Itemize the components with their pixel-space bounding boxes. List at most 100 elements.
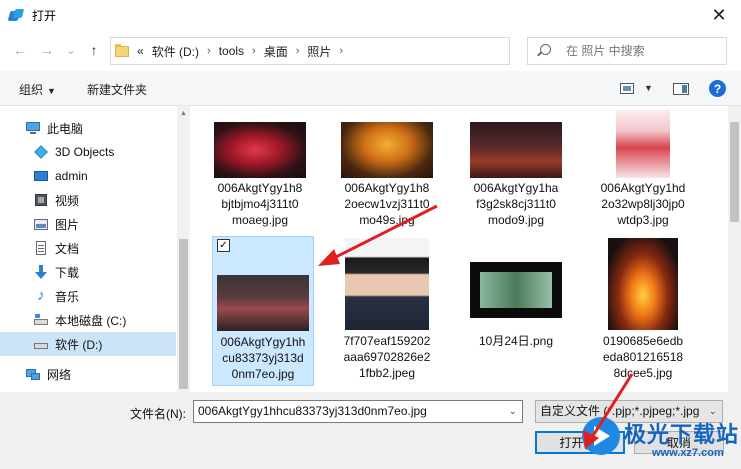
image-thumbnail	[341, 122, 433, 178]
file-item[interactable]: 7f707eaf159202 aaa69702826e2 1fbb2.jpeg	[336, 236, 438, 386]
title-bar: 打开 ✕	[0, 0, 741, 31]
image-thumbnail	[470, 262, 562, 318]
breadcrumb-desktop[interactable]: 桌面	[264, 43, 288, 60]
file-list: 006AkgtYgy1h8 bjtbjmo4j311t0 moaeg.jpg 006…	[190, 106, 728, 392]
image-thumbnail	[616, 110, 670, 178]
sidebar-item-documents[interactable]: 文档	[0, 236, 176, 260]
file-name: 006AkgtYgy1h8 2oecw1vzj311t0 mo49s.jpg	[344, 181, 430, 227]
window-title: 打开	[32, 9, 57, 23]
watermark-url: www.xz7.com	[652, 447, 724, 459]
sidebar-item-label: 下载	[55, 265, 80, 280]
help-icon[interactable]: ?	[709, 80, 726, 97]
breadcrumb-tools[interactable]: tools	[219, 44, 244, 58]
filename-label: 文件名(N):	[130, 407, 186, 421]
chevron-right-icon[interactable]: ›	[339, 45, 343, 57]
computer-icon	[25, 120, 41, 136]
sidebar-item-label: 文档	[55, 241, 80, 256]
image-thumbnail	[470, 122, 562, 178]
sidebar-item-drive-d[interactable]: 软件 (D:)	[0, 332, 176, 356]
sidebar-item-label: 图片	[55, 217, 80, 232]
site-watermark: 极光下载站 www.xz7.com	[582, 413, 740, 467]
filename-field[interactable]: 006AkgtYgy1hhcu83373yj313d0nm7eo.jpg	[193, 400, 523, 423]
navigation-pane: 此电脑 3D Objects admin 视频 图片 文档 下载 ♪ 音乐 本地…	[0, 106, 190, 392]
file-item[interactable]: 0190685e6edb eda801216518 8dcee5.jpg	[592, 236, 694, 386]
file-item-selected[interactable]: ✓ 006AkgtYgy1hh cu83373yj313d 0nm7eo.jpg	[212, 236, 314, 386]
forward-arrow-icon[interactable]: →	[38, 41, 56, 59]
image-thumbnail	[345, 238, 429, 330]
sidebar-item-pictures[interactable]: 图片	[0, 212, 176, 236]
preview-pane-icon[interactable]	[673, 83, 689, 95]
breadcrumb-photos[interactable]: 照片	[307, 43, 331, 60]
caret-down-icon: ▼	[47, 86, 56, 96]
chevron-down-icon[interactable]: ⌄	[509, 406, 517, 417]
network-icon	[25, 366, 41, 382]
back-arrow-icon[interactable]: ←	[11, 41, 29, 59]
breadcrumb-overflow[interactable]: «	[137, 44, 144, 58]
sidebar-item-3d-objects[interactable]: 3D Objects	[0, 140, 176, 164]
sidebar-item-drive-c[interactable]: 本地磁盘 (C:)	[0, 308, 176, 332]
recent-locations-icon[interactable]: ⌄	[62, 41, 80, 59]
file-name: 7f707eaf159202 aaa69702826e2 1fbb2.jpeg	[343, 334, 431, 380]
file-name: 0190685e6edb eda801216518 8dcee5.jpg	[602, 334, 684, 380]
search-box[interactable]	[527, 37, 727, 65]
scroll-up-icon[interactable]: ▲	[180, 110, 187, 117]
music-icon: ♪	[37, 287, 45, 304]
file-item[interactable]: 10月24日.png	[465, 236, 567, 386]
scrollbar-thumb[interactable]	[730, 122, 739, 222]
sidebar-item-label: 软件 (D:)	[55, 337, 103, 352]
organize-label: 组织	[19, 83, 44, 97]
address-bar[interactable]: « 软件 (D:) › tools › 桌面 › 照片 › ⌄ ↻	[110, 37, 614, 65]
organize-button[interactable]: 组织 ▼	[19, 81, 56, 98]
selection-checkbox[interactable]: ✓	[217, 239, 230, 252]
sidebar-item-label: admin	[55, 169, 88, 183]
sidebar-item-music[interactable]: ♪ 音乐	[0, 284, 176, 308]
3d-objects-icon	[33, 144, 49, 160]
command-toolbar: 组织 ▼ 新建文件夹 ▼ ?	[0, 71, 741, 106]
file-name: 006AkgtYgy1ha f3g2sk8cj311t0 modo9.jpg	[473, 181, 559, 227]
pictures-icon	[33, 216, 49, 232]
search-icon	[540, 44, 551, 55]
folder-icon	[115, 44, 129, 58]
sidebar-item-downloads[interactable]: 下载	[0, 260, 176, 284]
sidebar-item-label: 视频	[55, 193, 80, 208]
file-name: 006AkgtYgy1h8 bjtbjmo4j311t0 moaeg.jpg	[217, 181, 303, 227]
file-list-scrollbar[interactable]	[728, 106, 741, 392]
chevron-right-icon[interactable]: ›	[207, 45, 211, 57]
sidebar-item-label: 3D Objects	[55, 145, 115, 159]
scrollbar-thumb[interactable]	[179, 239, 188, 389]
breadcrumb-drive-d[interactable]: 软件 (D:)	[152, 43, 199, 60]
desktop-icon	[33, 168, 49, 184]
search-input[interactable]	[566, 38, 721, 64]
download-icon	[33, 264, 49, 280]
new-folder-button[interactable]: 新建文件夹	[87, 81, 147, 98]
caret-down-icon[interactable]: ▼	[644, 83, 653, 93]
drive-c-icon	[33, 312, 49, 328]
up-arrow-icon[interactable]: ↑	[85, 41, 103, 59]
sidebar-item-admin[interactable]: admin	[0, 164, 176, 188]
documents-icon	[33, 240, 49, 256]
view-mode-icon[interactable]	[620, 83, 634, 94]
sidebar-item-this-pc[interactable]: 此电脑	[0, 116, 176, 140]
sidebar-item-label: 音乐	[55, 289, 80, 304]
sidebar-item-label: 网络	[47, 367, 72, 382]
image-thumbnail	[217, 275, 309, 331]
breadcrumb: « 软件 (D:) › tools › 桌面 › 照片 ›	[137, 38, 351, 64]
image-thumbnail	[214, 122, 306, 178]
file-name: 10月24日.png	[478, 334, 554, 348]
sidebar-item-network[interactable]: 网络	[0, 362, 176, 386]
drive-d-icon	[33, 336, 49, 352]
watermark-logo-icon	[582, 417, 620, 455]
app-icon	[7, 8, 25, 24]
video-icon	[33, 192, 49, 208]
sidebar-scrollbar[interactable]: ▲	[177, 106, 190, 392]
image-thumbnail	[608, 238, 678, 330]
sidebar-item-videos[interactable]: 视频	[0, 188, 176, 212]
chevron-right-icon[interactable]: ›	[252, 45, 256, 57]
navigation-bar: ← → ⌄ ↑ « 软件 (D:) › tools › 桌面 › 照片 › ⌄ …	[0, 31, 741, 71]
sidebar-item-label: 此电脑	[47, 121, 84, 136]
watermark-text: 极光下载站	[624, 423, 740, 448]
file-name: 006AkgtYgy1hd 2o32wp8lj30jp0 wtdp3.jpg	[600, 181, 686, 227]
sidebar-item-label: 本地磁盘 (C:)	[55, 313, 127, 328]
chevron-right-icon[interactable]: ›	[296, 45, 300, 57]
close-icon[interactable]: ✕	[697, 0, 741, 31]
